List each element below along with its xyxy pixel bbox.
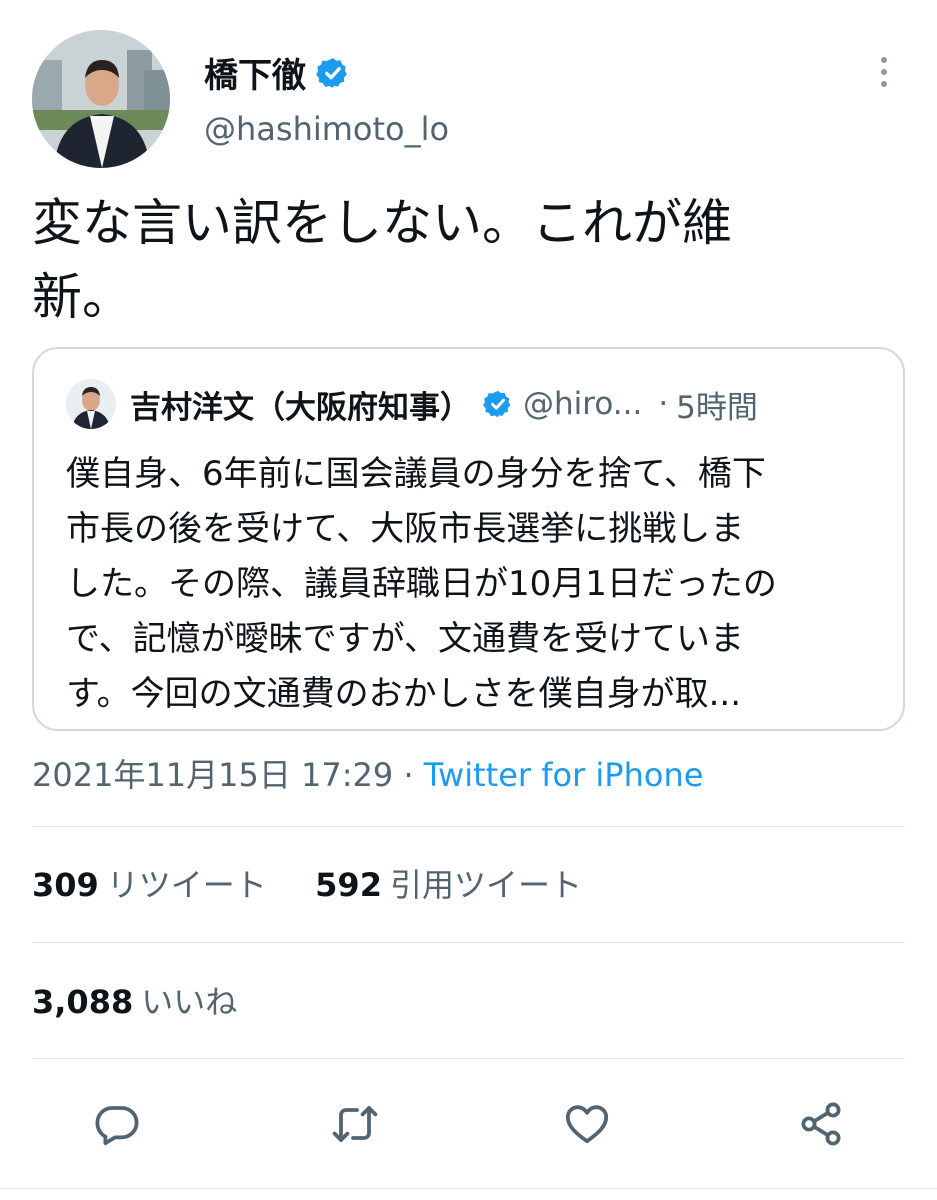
- tweet-datetime[interactable]: 2021年11月15日 17:29: [32, 756, 393, 794]
- author-handle[interactable]: @hashimoto_lo: [204, 110, 449, 148]
- share-icon[interactable]: [797, 1100, 845, 1148]
- author-name-row: 橋下徹: [204, 48, 350, 97]
- tweet-text-line: 新。: [32, 268, 132, 326]
- meta-separator: ·: [403, 756, 414, 794]
- divider: [32, 826, 905, 827]
- quoted-tweet-card[interactable]: 吉村洋文（大阪府知事） @hiro... · 5時間 僕自身、6年前に国会議員の…: [32, 347, 905, 731]
- quotes-label: 引用ツイート: [389, 866, 582, 904]
- quoted-text-line: した。その際、議員辞職日が10月1日だったの: [66, 564, 777, 604]
- reply-icon[interactable]: [93, 1100, 141, 1148]
- tweet-meta: 2021年11月15日 17:29 · Twitter for iPhone: [32, 750, 703, 796]
- quoted-author-avatar[interactable]: [66, 379, 116, 429]
- retweet-stats-row: 309 リツイート 592 引用ツイート: [32, 860, 582, 906]
- verified-badge-icon: [316, 57, 347, 88]
- quoted-author-handle[interactable]: @hiro...: [523, 386, 642, 422]
- divider: [32, 942, 905, 943]
- retweets-label: リツイート: [106, 866, 267, 904]
- retweets-stat[interactable]: 309 リツイート: [32, 866, 277, 904]
- likes-stat[interactable]: 3,088 いいね: [32, 983, 237, 1021]
- likes-stats-row: 3,088 いいね: [32, 977, 237, 1023]
- author-avatar[interactable]: [32, 30, 170, 168]
- bottom-divider: [0, 1188, 937, 1189]
- tweet-text: 変な言い訳をしない。これが維 新。: [32, 186, 892, 334]
- quotes-stat[interactable]: 592 引用ツイート: [315, 866, 582, 904]
- divider: [32, 1058, 905, 1059]
- retweet-icon[interactable]: [331, 1100, 379, 1148]
- quoted-text-line: 僕自身、6年前に国会議員の身分を捨て、橋下: [66, 454, 766, 494]
- verified-badge-icon: [483, 390, 511, 418]
- tweet-text-line: 変な言い訳をしない。これが維: [32, 194, 732, 252]
- likes-label: いいね: [141, 983, 238, 1021]
- tweet-source-link[interactable]: Twitter for iPhone: [424, 756, 704, 794]
- quoted-tweet-text: 僕自身、6年前に国会議員の身分を捨て、橋下 市長の後を受けて、大阪市長選挙に挑戦…: [66, 447, 886, 722]
- like-icon[interactable]: [563, 1100, 611, 1148]
- likes-count: 3,088: [32, 983, 134, 1021]
- retweets-count: 309: [32, 866, 99, 904]
- quoted-author-name[interactable]: 吉村洋文（大阪府知事）: [130, 382, 471, 427]
- author-display-name[interactable]: 橋下徹: [204, 48, 306, 97]
- quoted-text-line: で、記憶が曖昧ですが、文通費を受けていま: [66, 619, 744, 659]
- quoted-text-line: 市長の後を受けて、大阪市長選挙に挑戦しま: [66, 509, 745, 549]
- quotes-count: 592: [315, 866, 382, 904]
- quoted-separator: ·: [658, 386, 669, 422]
- quoted-text-line: す。今回の文通費のおかしさを僕自身が取...: [66, 674, 742, 714]
- more-options-icon[interactable]: [872, 52, 896, 92]
- quoted-tweet-header: 吉村洋文（大阪府知事） @hiro... · 5時間: [66, 379, 758, 429]
- quoted-timestamp[interactable]: 5時間: [676, 382, 758, 427]
